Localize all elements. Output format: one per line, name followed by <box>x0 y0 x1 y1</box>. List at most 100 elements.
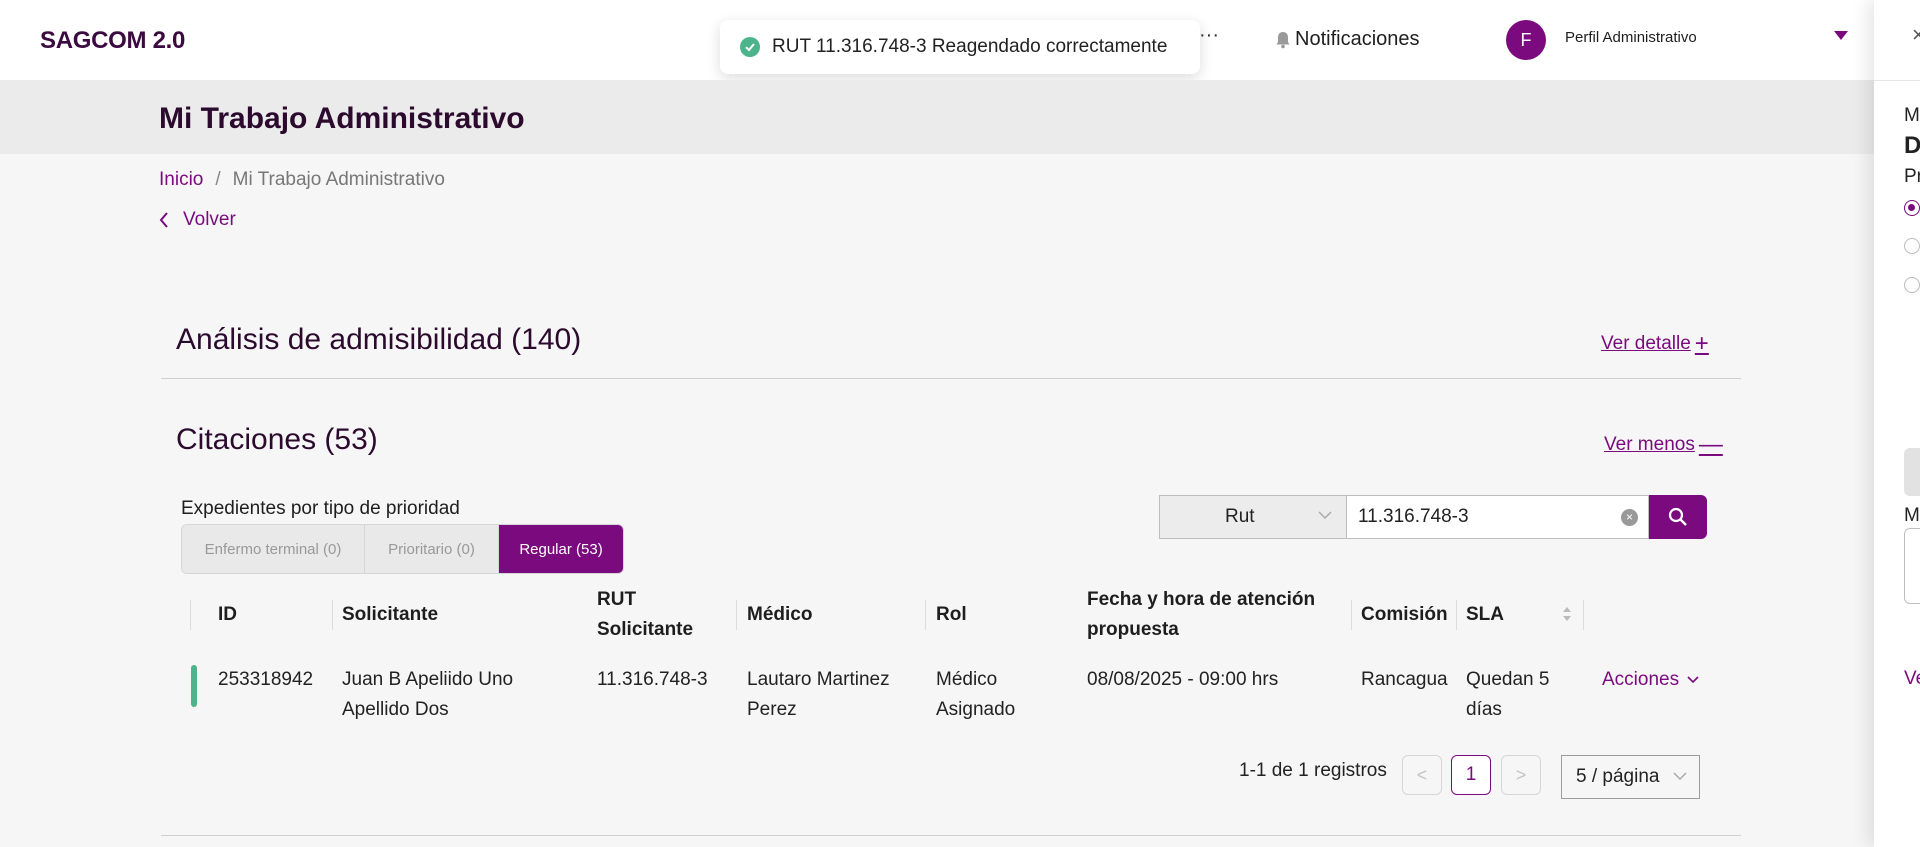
cell-solicitante-line1: Juan B Apeliido Uno <box>342 669 514 690</box>
section-divider <box>161 378 1741 379</box>
profile-dropdown-icon[interactable] <box>1834 31 1848 40</box>
row-status-indicator <box>191 665 197 707</box>
column-header-rut-line2: Solicitante <box>597 619 694 640</box>
more-menu-icon[interactable]: ··· <box>1199 24 1219 47</box>
chevron-down-icon <box>1687 676 1699 684</box>
notifications-label: Notificaciones <box>1295 28 1420 50</box>
column-header-id: ID <box>218 604 237 625</box>
column-header-medico: Médico <box>747 604 813 625</box>
page-1-button[interactable]: 1 <box>1451 755 1491 795</box>
next-page-button[interactable]: > <box>1501 755 1541 795</box>
cell-sla-line2: días <box>1466 699 1502 720</box>
ver-menos-link[interactable]: Ver menos — <box>1604 433 1723 457</box>
sort-icon[interactable] <box>1562 606 1572 622</box>
column-header-rut: RUT Solicitante <box>597 585 693 645</box>
radio-option-3[interactable] <box>1904 277 1920 293</box>
ver-detalle-link[interactable]: Ver detalle + <box>1601 332 1709 356</box>
section-title-admisibilidad: Análisis de admisibilidad (140) <box>176 323 582 356</box>
column-header-fecha-line1: Fecha y hora de atención <box>1087 589 1316 610</box>
pagination-info: 1-1 de 1 registros <box>1239 760 1387 781</box>
chevron-left-icon <box>159 212 168 228</box>
side-panel-button[interactable] <box>1904 448 1920 496</box>
page-title: Mi Trabajo Administrativo <box>159 102 525 135</box>
close-icon[interactable]: × <box>1912 22 1920 48</box>
column-header-rut-line1: RUT <box>597 589 637 610</box>
column-separator <box>736 600 737 630</box>
breadcrumb-separator: / <box>215 169 221 190</box>
cell-medico-line1: Lautaro Martinez <box>747 669 890 690</box>
column-header-fecha-line2: propuesta <box>1087 619 1179 640</box>
side-panel-text: M <box>1904 105 1920 126</box>
cell-medico: Lautaro Martinez Perez <box>747 665 890 725</box>
column-separator <box>925 600 926 630</box>
priority-label: Expedientes por tipo de prioridad <box>181 498 460 519</box>
side-panel-link[interactable]: Ve <box>1904 668 1920 690</box>
column-header-comision: Comisión <box>1361 604 1448 625</box>
search-input[interactable]: 11.316.748-3 × <box>1347 495 1649 539</box>
filter-field-select[interactable]: Rut <box>1159 495 1347 539</box>
column-separator <box>190 600 191 630</box>
cell-solicitante-line2: Apellido Dos <box>342 699 449 720</box>
segment-regular[interactable]: Regular (53) <box>499 525 623 573</box>
clear-icon[interactable]: × <box>1621 509 1638 526</box>
section-title-citaciones: Citaciones (53) <box>176 423 378 456</box>
page-size-value: 5 / página <box>1576 766 1660 787</box>
filter-field-value: Rut <box>1225 506 1255 527</box>
side-panel-heading: D <box>1904 132 1920 159</box>
column-header-fecha: Fecha y hora de atención propuesta <box>1087 585 1315 645</box>
check-circle-icon <box>740 37 760 57</box>
cell-sla-line1: Quedan 5 <box>1466 669 1550 690</box>
minus-icon: — <box>1698 431 1723 458</box>
cell-rol: Médico Asignado <box>936 665 1015 725</box>
side-panel-label: Pr <box>1904 166 1920 187</box>
cell-solicitante: Juan B Apeliido Uno Apellido Dos <box>342 665 513 725</box>
breadcrumb-home[interactable]: Inicio <box>159 169 203 191</box>
plus-icon: + <box>1694 330 1709 357</box>
cell-comision: Rancagua <box>1361 669 1448 690</box>
column-header-rol: Rol <box>936 604 967 625</box>
back-button[interactable]: Volver <box>159 209 236 231</box>
cell-sla: Quedan 5 días <box>1466 665 1549 725</box>
column-header-solicitante: Solicitante <box>342 604 439 625</box>
avatar[interactable]: F <box>1506 20 1546 60</box>
cell-id: 253318942 <box>218 669 314 690</box>
toast-message: RUT 11.316.748-3 Reagendado correctament… <box>772 36 1168 57</box>
ver-detalle-label: Ver detalle <box>1601 333 1691 354</box>
cell-medico-line2: Perez <box>747 699 797 720</box>
priority-segmented-control: Enfermo terminal (0) Prioritario (0) Reg… <box>181 524 624 574</box>
ver-menos-label: Ver menos <box>1604 434 1695 455</box>
prev-page-button[interactable]: < <box>1402 755 1442 795</box>
radio-option-2[interactable] <box>1904 238 1920 254</box>
column-separator <box>1583 600 1584 630</box>
actions-label: Acciones <box>1602 669 1680 690</box>
column-separator <box>1456 600 1457 630</box>
side-panel-divider <box>1874 80 1920 81</box>
back-label: Volver <box>183 209 236 230</box>
breadcrumb-current: Mi Trabajo Administrativo <box>232 169 445 190</box>
page-size-select[interactable]: 5 / página <box>1561 755 1700 799</box>
segment-enfermo-terminal[interactable]: Enfermo terminal (0) <box>182 525 365 573</box>
column-separator <box>1351 600 1352 630</box>
actions-dropdown[interactable]: Acciones <box>1602 665 1699 695</box>
notifications-button[interactable]: Notificaciones <box>1275 28 1420 51</box>
search-input-value: 11.316.748-3 <box>1358 506 1469 527</box>
app-brand[interactable]: SAGCOM 2.0 <box>40 27 185 55</box>
column-separator <box>332 600 333 630</box>
search-button[interactable] <box>1649 495 1707 539</box>
success-toast: RUT 11.316.748-3 Reagendado correctament… <box>720 20 1200 74</box>
side-panel-textarea[interactable] <box>1904 528 1920 604</box>
cell-rol-line1: Médico <box>936 669 998 690</box>
side-panel: × M D Pr M Ve <box>1874 0 1920 847</box>
radio-option-1[interactable] <box>1904 200 1920 216</box>
cell-rut: 11.316.748-3 <box>597 669 708 690</box>
side-panel-field-label: M <box>1904 505 1920 526</box>
cell-fecha: 08/08/2025 - 09:00 hrs <box>1087 669 1279 690</box>
bell-icon <box>1276 31 1290 48</box>
column-header-sla[interactable]: SLA <box>1466 600 1504 630</box>
chevron-down-icon <box>1318 511 1332 520</box>
search-icon <box>1668 507 1687 526</box>
breadcrumb: Inicio / Mi Trabajo Administrativo <box>159 169 445 191</box>
segment-prioritario[interactable]: Prioritario (0) <box>365 525 499 573</box>
profile-name[interactable]: Perfil Administrativo <box>1565 29 1697 46</box>
cell-rol-line2: Asignado <box>936 699 1016 720</box>
